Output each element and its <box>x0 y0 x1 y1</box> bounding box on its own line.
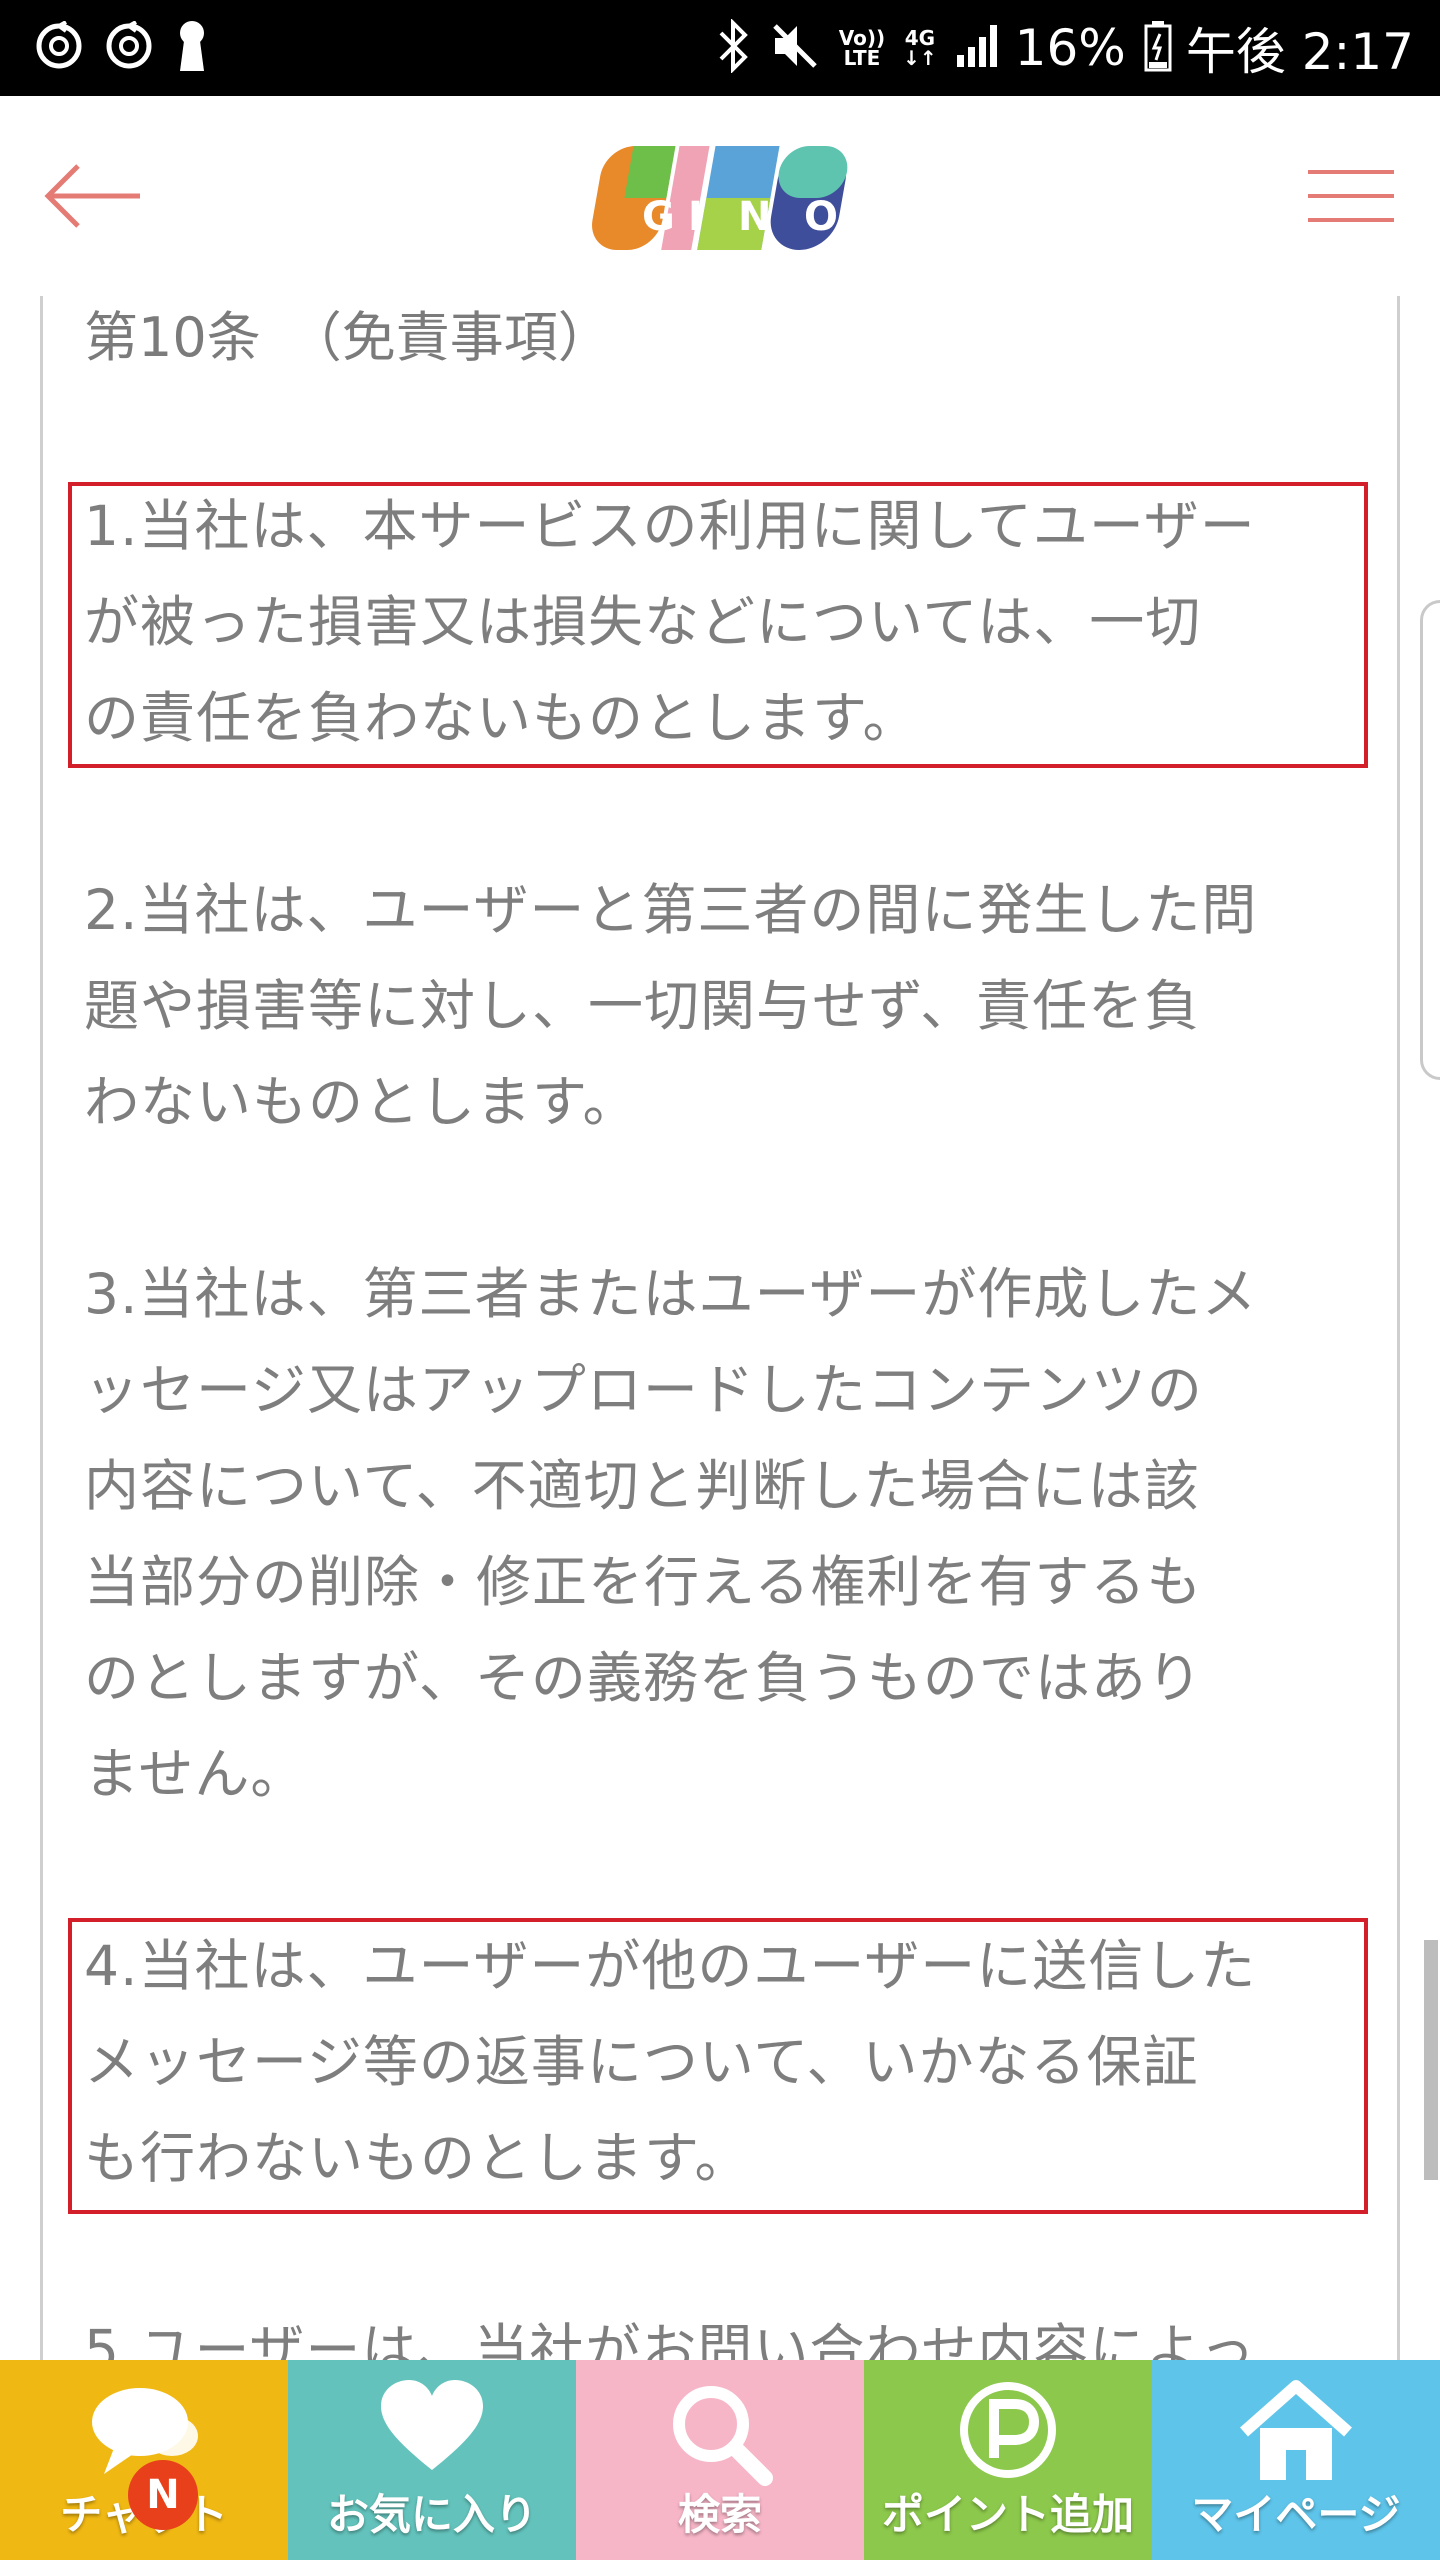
sync-icon <box>34 20 84 75</box>
keyhole-icon <box>174 19 210 77</box>
paragraph-line: 題や損害等に対し、一切関与せず、責任を負 <box>84 974 1201 1038</box>
paragraph-line: 内容について、不適切と判断した場合には該 <box>84 1454 1200 1518</box>
back-arrow-icon <box>44 164 140 228</box>
article-title: 第10条 （免責事項） <box>84 306 612 369</box>
battery-percent: 16% <box>1014 19 1126 77</box>
network-arrows-text: ↓↑ <box>903 46 937 70</box>
svg-text:I: I <box>688 194 703 240</box>
sync-icon-2 <box>104 20 154 75</box>
bottom-nav: N チャット お気に入り 検索 ポイント追加 マイページ <box>0 2360 1440 2560</box>
network-type-text: 4G <box>904 26 936 50</box>
paragraph-line: 3.当社は、第三者またはユーザーが作成したメ <box>84 1262 1258 1326</box>
status-bar: Vo)) LTE 4G ↓↑ 16% 午後 2:17 <box>0 0 1440 96</box>
scrollbar-thumb[interactable] <box>1424 1940 1438 2180</box>
nav-favorites-label: お気に入り <box>326 2490 537 2539</box>
back-button[interactable] <box>40 156 150 236</box>
volte-top-text: Vo)) <box>838 26 886 50</box>
menu-icon <box>1308 170 1394 222</box>
gino-logo: G I N O <box>590 132 852 262</box>
clock: 午後 2:17 <box>1185 23 1414 81</box>
mute-icon <box>769 20 821 76</box>
battery-icon <box>1144 20 1172 76</box>
paragraph-line: わないものとします。 <box>84 1070 639 1134</box>
paragraph-line: 当部分の削除・修正を行える権利を有するも <box>84 1550 1203 1614</box>
nav-favorites[interactable]: お気に入り <box>288 2360 576 2560</box>
network-indicator: 4G ↓↑ <box>903 28 937 68</box>
nav-my-page[interactable]: マイページ <box>1152 2360 1440 2560</box>
chat-new-badge: N <box>128 2460 198 2530</box>
nav-add-points[interactable]: ポイント追加 <box>864 2360 1152 2560</box>
nav-add-points-label: ポイント追加 <box>881 2490 1134 2539</box>
highlight-box-4 <box>68 1918 1368 2214</box>
svg-text:N: N <box>738 194 771 240</box>
heart-icon <box>381 2380 483 2470</box>
nav-search[interactable]: 検索 <box>576 2360 864 2560</box>
search-icon <box>673 2386 773 2486</box>
paragraph-line: 2.当社は、ユーザーと第三者の間に発生した問 <box>84 878 1258 942</box>
status-right-icons: Vo)) LTE 4G ↓↑ 16% 午後 2:17 <box>699 12 1414 84</box>
svg-text:O: O <box>804 194 838 240</box>
svg-text:G: G <box>642 194 675 240</box>
paragraph-line: ッセージ又はアップロードしたコンテンツの <box>84 1358 1203 1422</box>
edge-panel-handle[interactable] <box>1420 600 1440 1080</box>
paragraph-line: ません。 <box>84 1742 307 1806</box>
article-paragraph-3: 3.当社は、第三者またはユーザーが作成したメ ッセージ又はアップロードしたコンテ… <box>84 1246 1374 1822</box>
volte-bottom-text: LTE <box>843 46 881 70</box>
paragraph-line: のとしますが、その義務を負うものではあり <box>84 1646 1203 1710</box>
nav-search-label: 検索 <box>677 2490 762 2539</box>
status-left-icons <box>34 19 230 77</box>
hamburger-menu-button[interactable] <box>1306 160 1396 232</box>
bluetooth-icon <box>717 18 751 77</box>
signal-icon <box>955 23 1001 73</box>
nav-chat[interactable]: N チャット <box>0 2360 288 2560</box>
highlight-box-1 <box>68 482 1368 768</box>
nav-my-page-label: マイページ <box>1191 2490 1401 2539</box>
home-icon <box>1240 2380 1352 2480</box>
app-header: G I N O <box>0 96 1440 296</box>
points-icon <box>960 2382 1056 2478</box>
article-paragraph-2: 2.当社は、ユーザーと第三者の間に発生した問 題や損害等に対し、一切関与せず、責… <box>84 862 1374 1150</box>
volte-indicator: Vo)) LTE <box>839 28 885 68</box>
